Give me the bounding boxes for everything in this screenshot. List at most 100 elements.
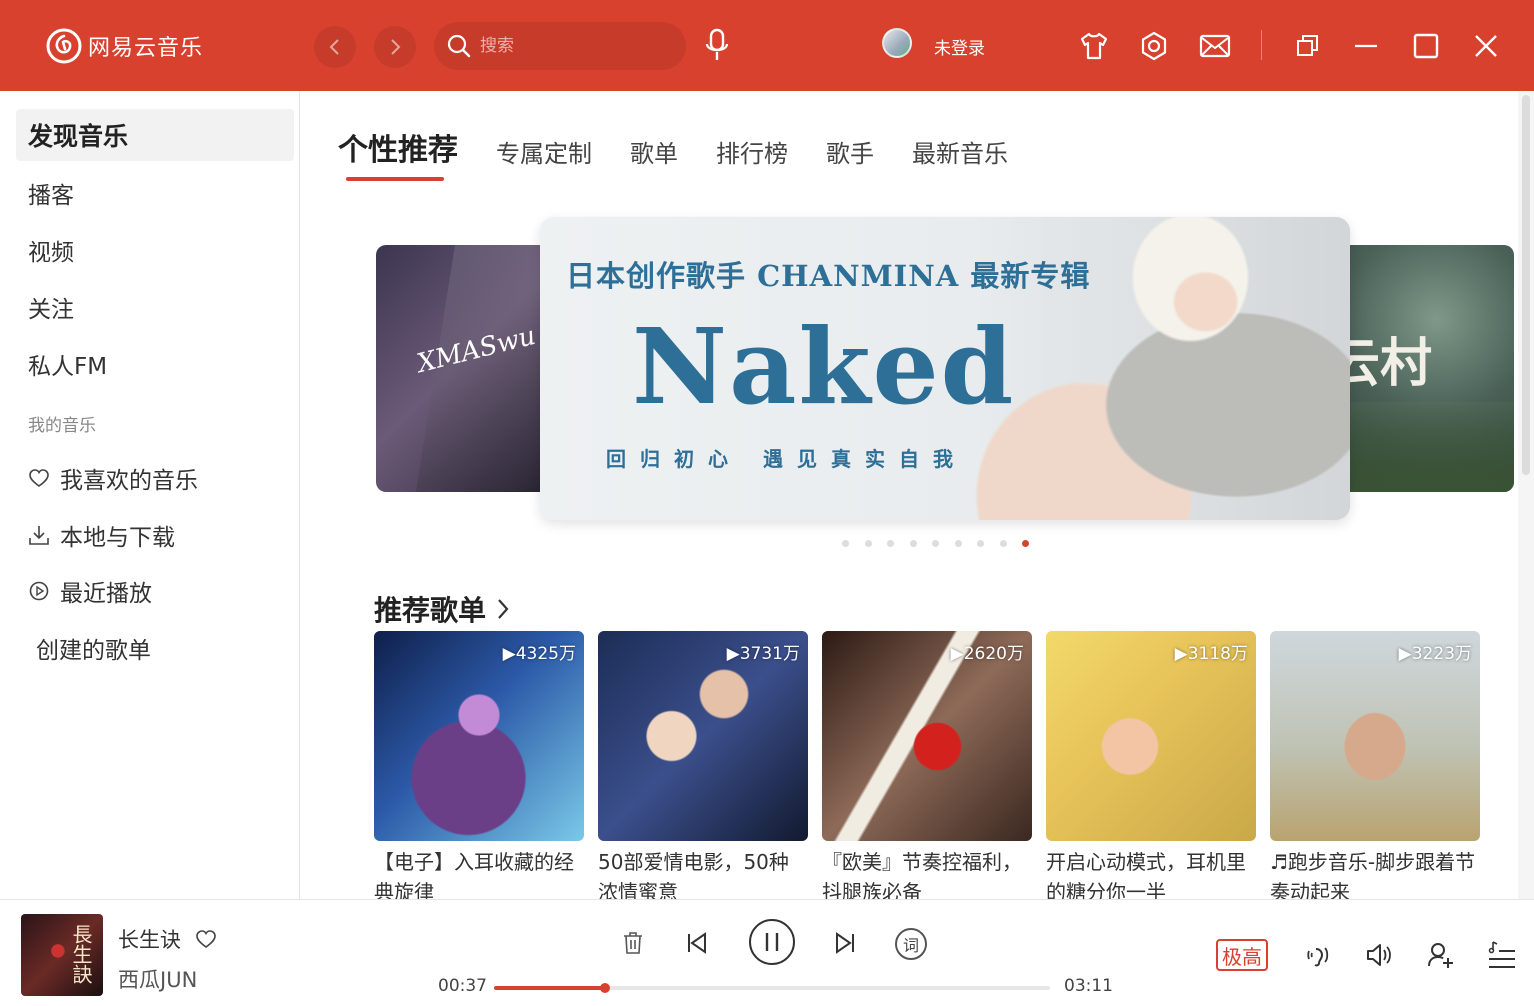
playlist-cover[interactable]: ▶3223万 — [1270, 631, 1480, 841]
sidebar-item-label: 创建的歌单 — [36, 638, 151, 664]
playlist-cover[interactable]: ▶4325万 — [374, 631, 584, 841]
current-time: 00:37 — [438, 976, 487, 996]
app-logo[interactable]: 网易云音乐 — [46, 28, 203, 64]
artist-name[interactable]: 西瓜JUN — [118, 964, 197, 994]
sidebar-item-fm[interactable]: 私人FM — [16, 338, 294, 390]
playlist-title[interactable]: ♬跑步音乐-脚步跟着节奏动起来 — [1270, 847, 1480, 899]
playlist-title[interactable]: 『欧美』节奏控福利，抖腿族必备 — [822, 847, 1032, 899]
play-count: ▶3223万 — [1398, 644, 1472, 664]
settings-icon[interactable] — [1138, 30, 1170, 62]
section-title: 推荐歌单 — [374, 594, 487, 627]
banner-dot[interactable] — [842, 540, 849, 547]
like-heart-icon[interactable] — [195, 928, 217, 950]
play-count: ▶3118万 — [1174, 644, 1248, 664]
play-count: ▶2620万 — [950, 644, 1024, 664]
back-button[interactable] — [314, 26, 356, 68]
pause-icon[interactable] — [748, 918, 796, 966]
sidebar-item-label: 发现音乐 — [28, 122, 129, 151]
playlist-card[interactable]: ▶4325万 【电子】入耳收藏的经典旋律 — [374, 631, 584, 899]
banner-current[interactable]: 日本创作歌手 CHANMINA 最新专辑 Naked 回归初心 遇见真实自我 — [540, 217, 1350, 520]
delete-icon[interactable] — [621, 930, 645, 956]
search-input[interactable] — [480, 36, 660, 56]
play-count: ▶4325万 — [502, 644, 576, 664]
tab-customized[interactable]: 专属定制 — [496, 134, 592, 169]
search-box[interactable] — [434, 22, 686, 70]
tab-recommend[interactable]: 个性推荐 — [338, 125, 458, 181]
discover-tabs: 个性推荐 专属定制 歌单 排行榜 歌手 最新音乐 — [338, 125, 1046, 181]
lyrics-icon[interactable]: 词 — [895, 928, 927, 960]
playlist-cover[interactable]: ▶2620万 — [822, 631, 1032, 841]
main-scrollbar[interactable] — [1518, 91, 1534, 899]
sidebar-item-follow[interactable]: 关注 — [16, 281, 294, 333]
recent-icon — [29, 581, 49, 601]
login-link[interactable]: 未登录 — [934, 34, 985, 59]
listen-together-icon[interactable] — [1426, 940, 1456, 970]
playlist-title[interactable]: 开启心动模式，耳机里的糖分你一半 — [1046, 847, 1256, 899]
user-avatar[interactable] — [882, 28, 912, 58]
close-icon[interactable] — [1470, 30, 1502, 62]
previous-icon[interactable] — [684, 930, 710, 956]
quality-button[interactable]: 极高 — [1216, 939, 1268, 971]
progress-bar[interactable] — [494, 983, 1050, 993]
heart-icon — [29, 469, 49, 487]
sidebar-item-label: 视频 — [28, 240, 74, 266]
forward-button[interactable] — [374, 26, 416, 68]
tab-new-music[interactable]: 最新音乐 — [912, 134, 1008, 169]
progress-handle[interactable] — [600, 983, 611, 993]
banner-dot[interactable] — [999, 540, 1007, 547]
tab-artists[interactable]: 歌手 — [826, 134, 874, 169]
playlist-card[interactable]: ▶3118万 开启心动模式，耳机里的糖分你一半 — [1046, 631, 1256, 899]
banner-subtitle: 回归初心 遇见真实自我 — [606, 447, 967, 471]
sidebar-item-liked[interactable]: 我喜欢的音乐 — [16, 452, 294, 504]
song-info: 长生诀 — [118, 924, 217, 954]
mail-icon[interactable] — [1199, 30, 1231, 62]
playlist-card[interactable]: ▶3223万 ♬跑步音乐-脚步跟着节奏动起来 — [1270, 631, 1480, 899]
sidebar-item-label: 私人FM — [28, 354, 108, 380]
sidebar-item-label: 播客 — [28, 183, 74, 209]
banner-dot[interactable] — [977, 540, 984, 547]
banner-title: Naked — [632, 305, 1016, 428]
sidebar-item-local-download[interactable]: 本地与下载 — [16, 509, 294, 561]
tab-playlists[interactable]: 歌单 — [630, 134, 678, 169]
sound-effect-icon[interactable] — [1303, 940, 1333, 970]
playlist-title[interactable]: 【电子】入耳收藏的经典旋律 — [374, 847, 584, 899]
banner-headline: 日本创作歌手 CHANMINA 最新专辑 — [566, 259, 1091, 293]
banner-dot[interactable] — [1022, 540, 1029, 547]
song-title[interactable]: 长生诀 — [118, 924, 181, 954]
banner-dot[interactable] — [887, 540, 894, 547]
minimize-icon[interactable] — [1350, 30, 1382, 62]
mic-icon[interactable] — [702, 28, 732, 64]
skin-icon[interactable] — [1078, 30, 1110, 62]
album-cover[interactable]: 長生訣 — [21, 914, 103, 996]
playlist-card[interactable]: ▶3731万 50部爱情电影，50种浓情蜜意 — [598, 631, 808, 899]
banner-dot[interactable] — [932, 540, 939, 547]
tab-charts[interactable]: 排行榜 — [716, 134, 788, 169]
playlist-grid: ▶4325万 【电子】入耳收藏的经典旋律 ▶3731万 50部爱情电影，50种浓… — [374, 631, 1494, 899]
app-name: 网易云音乐 — [88, 36, 204, 61]
chevron-right-icon — [498, 599, 509, 619]
playlist-cover[interactable]: ▶3118万 — [1046, 631, 1256, 841]
recommended-playlists-header[interactable]: 推荐歌单 — [374, 589, 512, 629]
progress-fill — [494, 986, 606, 990]
playlist-card[interactable]: ▶2620万 『欧美』节奏控福利，抖腿族必备 — [822, 631, 1032, 899]
playlist-cover[interactable]: ▶3731万 — [598, 631, 808, 841]
volume-icon[interactable] — [1364, 940, 1394, 970]
my-music-heading: 我的音乐 — [28, 416, 96, 436]
playlist-title[interactable]: 50部爱情电影，50种浓情蜜意 — [598, 847, 808, 899]
banner-dot[interactable] — [954, 540, 962, 547]
banner-dot[interactable] — [909, 540, 917, 547]
sidebar-item-discover[interactable]: 发现音乐 — [16, 109, 294, 161]
banner-dot[interactable] — [864, 540, 872, 547]
next-icon[interactable] — [832, 930, 858, 956]
mini-mode-icon[interactable] — [1292, 30, 1324, 62]
sidebar-item-video[interactable]: 视频 — [16, 224, 294, 276]
sidebar-item-recent[interactable]: 最近播放 — [16, 565, 294, 617]
maximize-icon[interactable] — [1410, 30, 1442, 62]
playlist-icon[interactable] — [1487, 940, 1517, 970]
sidebar-created-playlists[interactable]: 创建的歌单 — [16, 622, 294, 674]
quality-label: 极高 — [1222, 944, 1262, 969]
sidebar-item-label: 关注 — [28, 297, 74, 323]
sidebar-item-label: 我喜欢的音乐 — [60, 468, 198, 494]
scrollbar-thumb[interactable] — [1522, 95, 1530, 475]
sidebar-item-podcast[interactable]: 播客 — [16, 167, 294, 219]
